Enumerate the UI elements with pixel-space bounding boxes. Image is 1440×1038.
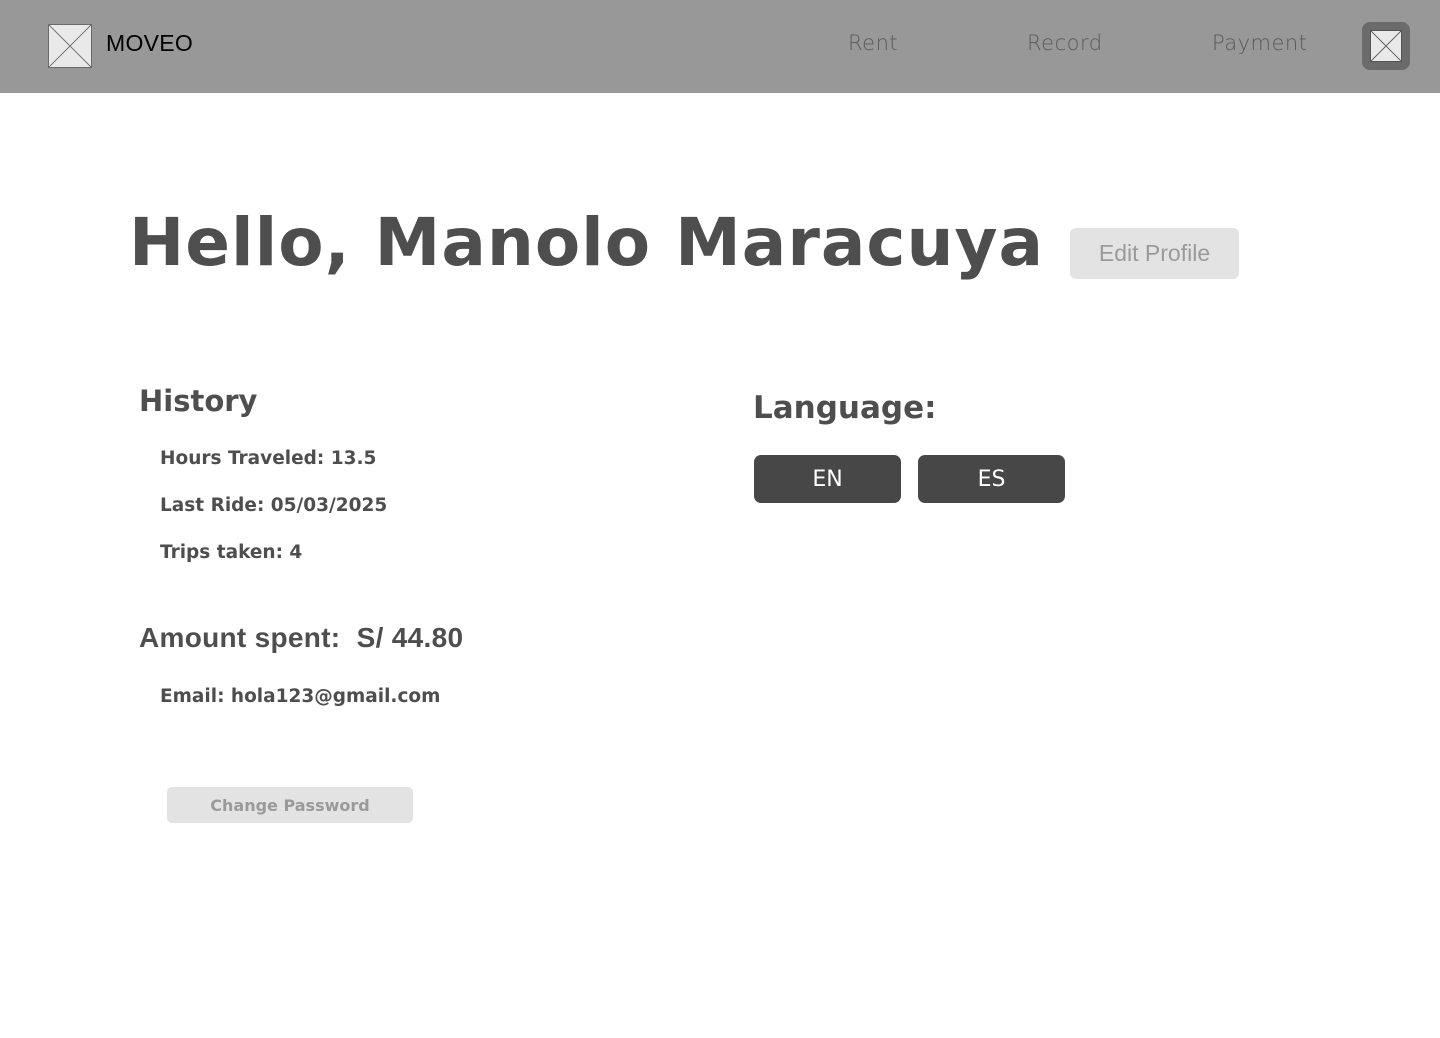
language-heading: Language: (753, 390, 937, 426)
nav-link-record[interactable]: Record (1027, 31, 1103, 55)
history-heading: History (139, 384, 258, 418)
brand-name: MOVEO (106, 30, 194, 56)
greeting-heading: Hello, Manolo Maracuya (129, 204, 1045, 281)
edit-profile-button[interactable]: Edit Profile (1070, 228, 1239, 279)
amount-spent-value: S/ 44.80 (356, 622, 464, 653)
nav-link-rent[interactable]: Rent (848, 31, 898, 55)
user-avatar-button[interactable] (1362, 22, 1410, 70)
hours-traveled-text: Hours Traveled: 13.5 (160, 448, 377, 469)
avatar-image-placeholder-icon (1370, 30, 1402, 62)
trips-taken-text: Trips taken: 4 (160, 542, 303, 563)
logo-image-placeholder-icon (48, 24, 92, 68)
amount-spent-heading: Amount spent: S/ 44.80 (139, 622, 463, 654)
top-nav-bar: MOVEO Rent Record Payment (0, 0, 1440, 93)
profile-page: MOVEO Rent Record Payment Hello, Manolo … (0, 0, 1440, 1038)
change-password-button[interactable]: Change Password (167, 787, 413, 823)
amount-spent-label: Amount spent: (139, 622, 341, 653)
language-en-button[interactable]: EN (754, 455, 901, 503)
nav-link-payment[interactable]: Payment (1212, 31, 1307, 55)
language-es-button[interactable]: ES (918, 455, 1065, 503)
last-ride-text: Last Ride: 05/03/2025 (160, 495, 388, 516)
email-text: Email: hola123@gmail.com (160, 686, 441, 707)
